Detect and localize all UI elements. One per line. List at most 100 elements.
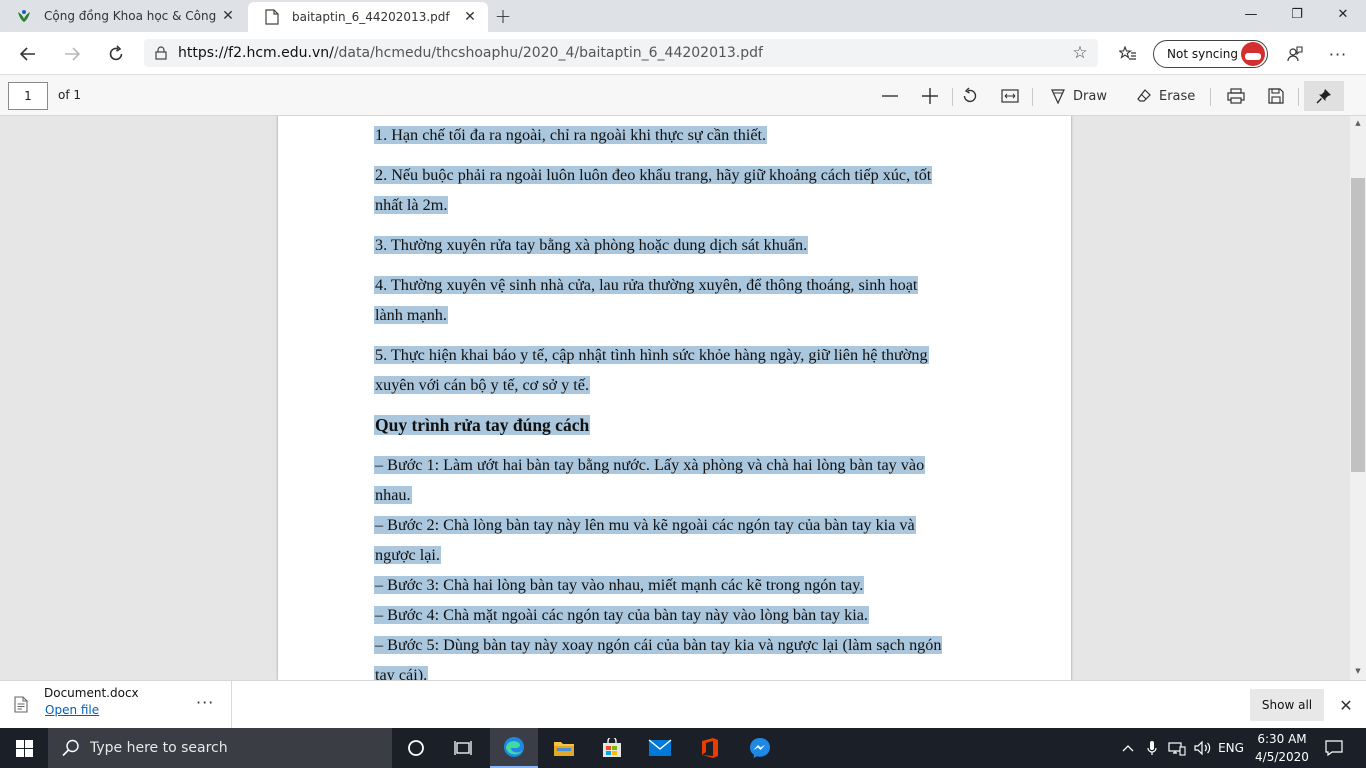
text-line: 1. Hạn chế tối đa ra ngoài, chỉ ra ngoài… [374, 126, 768, 144]
taskbar-search-box[interactable]: Type here to search [48, 728, 392, 768]
search-placeholder: Type here to search [90, 740, 228, 756]
language-indicator[interactable]: ENG [1216, 728, 1246, 768]
zoom-in-button[interactable] [918, 82, 942, 110]
draw-icon [1051, 89, 1065, 104]
vertical-scrollbar[interactable]: ▲ ▼ [1350, 116, 1366, 680]
restore-icon[interactable]: ❐ [1274, 0, 1320, 28]
window-controls: — ❐ ✕ [1228, 0, 1366, 28]
close-download-bar-icon[interactable]: ✕ [1334, 693, 1358, 717]
network-icon[interactable] [1166, 728, 1188, 768]
erase-label: Erase [1159, 88, 1196, 104]
zoom-out-button[interactable] [878, 82, 902, 110]
plus-icon [922, 88, 938, 104]
text-line: tay cái). [374, 664, 429, 680]
tab-pdf[interactable]: baitaptin_6_44202013.pdf ✕ [248, 2, 488, 32]
forward-button[interactable] [58, 40, 86, 68]
refresh-button[interactable] [102, 40, 130, 68]
rotate-button[interactable] [958, 82, 982, 110]
scrollbar-thumb[interactable] [1351, 178, 1365, 472]
settings-more-icon[interactable]: ··· [1324, 40, 1352, 68]
system-clock[interactable]: 6:30 AM 4/5/2020 [1254, 730, 1310, 766]
profile-button[interactable]: Not syncing [1153, 40, 1268, 68]
search-icon [62, 739, 80, 757]
download-file-name: Document.docx [44, 686, 139, 700]
printer-icon [1227, 88, 1245, 104]
microphone-icon[interactable] [1144, 728, 1160, 768]
save-button[interactable] [1264, 82, 1288, 110]
taskbar: Type here to search ENG 6:30 AM 4/5/2020 [0, 728, 1366, 768]
text-line: lành mạnh. [374, 306, 448, 324]
back-button[interactable] [14, 40, 42, 68]
tab-close-icon[interactable]: ✕ [220, 8, 236, 24]
refresh-icon [109, 45, 123, 61]
text-line: 2. Nếu buộc phải ra ngoài luôn luôn đeo … [374, 166, 933, 184]
pin-icon [1316, 89, 1331, 104]
lock-icon[interactable] [144, 46, 178, 60]
text-line: 4. Thường xuyên vệ sinh nhà cửa, lau rửa… [374, 276, 919, 294]
volume-icon[interactable] [1192, 728, 1214, 768]
close-window-icon[interactable]: ✕ [1320, 0, 1366, 28]
tab-cong-dong[interactable]: Cộng đồng Khoa học & Công nghệ ✕ [0, 0, 246, 32]
pin-toolbar-button[interactable] [1304, 81, 1344, 111]
clock-date: 4/5/2020 [1255, 750, 1309, 764]
download-item[interactable]: Document.docx Open file ··· [0, 681, 232, 729]
toolbar-divider [1032, 88, 1033, 106]
open-file-link[interactable]: Open file [45, 703, 99, 717]
office-icon[interactable] [686, 728, 734, 768]
notifications-icon[interactable] [1318, 728, 1350, 768]
minimize-icon[interactable]: — [1228, 0, 1274, 28]
minus-icon [882, 95, 898, 97]
text-line: nhau. [374, 486, 412, 504]
eraser-icon [1137, 89, 1151, 102]
toolbar-divider [1298, 88, 1299, 106]
page-total: of 1 [58, 88, 82, 102]
url-host: https://f2.hcm.edu.vn/ [178, 45, 334, 61]
more-options-icon[interactable]: ··· [196, 693, 214, 712]
text-line: – Bước 5: Dùng bàn tay này xoay ngón cái… [374, 636, 943, 654]
site-favicon-icon [16, 8, 32, 24]
tab-title: baitaptin_6_44202013.pdf [292, 10, 450, 24]
address-bar[interactable]: https://f2.hcm.edu.vn//data/hcmedu/thcsh… [144, 39, 1098, 67]
section-heading: Quy trình rửa tay đúng cách [374, 415, 591, 435]
messenger-icon[interactable] [736, 728, 784, 768]
favorite-star-icon[interactable]: ☆ [1062, 43, 1098, 63]
rotate-icon [963, 87, 977, 103]
avatar [1241, 42, 1265, 66]
favorites-icon[interactable] [1114, 40, 1142, 68]
print-button[interactable] [1224, 82, 1248, 110]
document-icon [264, 9, 280, 25]
text-line: nhất là 2m. [374, 196, 449, 214]
back-arrow-icon [19, 47, 35, 61]
forward-arrow-icon [65, 47, 81, 61]
text-line: 3. Thường xuyên rửa tay bằng xà phòng ho… [374, 236, 809, 254]
page-number-input[interactable]: 1 [8, 82, 48, 110]
text-line: xuyên với cán bộ y tế, cơ sở y tế. [374, 376, 591, 394]
start-button[interactable] [0, 728, 48, 768]
scroll-down-arrow-icon[interactable]: ▼ [1350, 664, 1366, 678]
pdf-viewer[interactable]: 1. Hạn chế tối đa ra ngoài, chỉ ra ngoài… [0, 116, 1366, 680]
feedback-icon[interactable] [1280, 40, 1308, 68]
erase-button[interactable]: Erase [1136, 82, 1200, 110]
clock-time: 6:30 AM [1257, 732, 1307, 746]
task-view-icon[interactable] [440, 728, 488, 768]
url-path: /data/hcmedu/thcshoaphu/2020_4/baitaptin… [333, 45, 763, 61]
edge-browser-icon[interactable] [490, 728, 538, 768]
scroll-up-arrow-icon[interactable]: ▲ [1350, 116, 1366, 130]
text-line: – Bước 3: Chà hai lòng bàn tay vào nhau,… [374, 576, 865, 594]
tab-close-icon[interactable]: ✕ [462, 9, 478, 25]
cortana-icon[interactable] [392, 728, 440, 768]
pdf-page[interactable]: 1. Hạn chế tối đa ra ngoài, chỉ ra ngoài… [277, 116, 1072, 680]
microsoft-store-icon[interactable] [588, 728, 636, 768]
text-line: – Bước 1: Làm ướt hai bàn tay bằng nước.… [374, 456, 926, 474]
mail-icon[interactable] [636, 728, 684, 768]
show-all-button[interactable]: Show all [1250, 689, 1324, 721]
toolbar-divider [1210, 88, 1211, 106]
file-explorer-icon[interactable] [540, 728, 588, 768]
show-hidden-icons-chevron-icon[interactable] [1118, 728, 1138, 768]
fit-to-width-button[interactable] [998, 82, 1022, 110]
url-text[interactable]: https://f2.hcm.edu.vn//data/hcmedu/thcsh… [178, 45, 1062, 61]
draw-button[interactable]: Draw [1050, 82, 1114, 110]
pdf-toolbar: 1 of 1 Draw Erase [0, 74, 1366, 116]
new-tab-button[interactable]: + [492, 4, 514, 28]
file-icon [14, 696, 28, 716]
